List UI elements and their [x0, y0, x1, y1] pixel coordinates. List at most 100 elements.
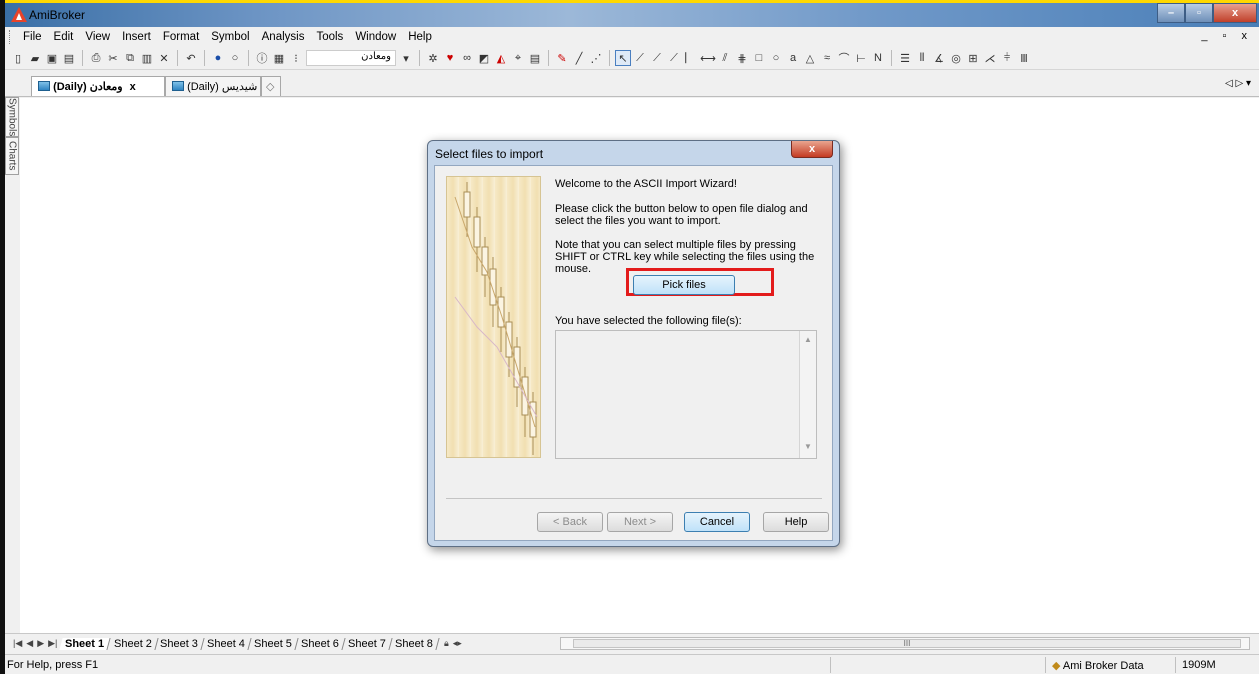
scan-icon[interactable]: ◭ — [494, 51, 508, 65]
pick-files-button[interactable]: Pick files — [633, 275, 735, 295]
sheet-lock-icon[interactable]: 🔒︎ — [444, 638, 449, 649]
zigzag-icon[interactable]: ≈ — [820, 51, 834, 65]
explore-icon[interactable]: ⌖ — [511, 51, 525, 65]
vertical-line-icon[interactable]: ⎸ — [684, 51, 698, 65]
gann-square-icon[interactable]: ⫩ — [1000, 51, 1014, 65]
gann-fan-icon[interactable]: ⋌ — [983, 51, 997, 65]
scrollbar-thumb[interactable]: III — [573, 639, 1241, 648]
rectangle-icon[interactable]: □ — [752, 51, 766, 65]
maximize-button[interactable]: ▫ — [1185, 3, 1213, 23]
menu-help[interactable]: Help — [402, 31, 438, 43]
next-button[interactable]: Next > — [607, 512, 673, 532]
delete-icon[interactable]: ✕ — [157, 51, 171, 65]
next-sheet-icon[interactable]: ▶ — [37, 638, 44, 649]
sheet-tab-7[interactable]: Sheet 7 — [342, 637, 393, 650]
save-all-icon[interactable]: ▤ — [62, 51, 76, 65]
first-sheet-icon[interactable]: |◀ — [13, 638, 22, 649]
sheet-tab-6[interactable]: Sheet 6 — [295, 637, 346, 650]
tab-symbols[interactable]: Symbols — [5, 97, 19, 137]
range-marker-icon[interactable]: ⊢ — [854, 51, 868, 65]
toolbar-overflow-icon[interactable]: ⁝ — [289, 51, 303, 65]
paste-icon[interactable]: ▥ — [140, 51, 154, 65]
fibonacci-timezones-icon[interactable]: ⦀ — [915, 51, 929, 65]
tab-scroll-arrows-icon[interactable]: ◁ ▷ ▾ — [1225, 78, 1251, 89]
chart-tool-icon[interactable]: ◩ — [477, 51, 491, 65]
sheet-tab-4[interactable]: Sheet 4 — [201, 637, 252, 650]
sheet-tab-1[interactable]: Sheet 1 — [59, 637, 112, 650]
print-icon[interactable]: ⎙ — [89, 51, 103, 65]
scroll-down-icon[interactable]: ▼ — [800, 442, 816, 451]
last-sheet-icon[interactable]: ▶| — [48, 638, 57, 649]
selected-files-list[interactable]: ▲ ▼ — [555, 330, 817, 459]
ellipse-icon[interactable]: ○ — [769, 51, 783, 65]
menu-analysis[interactable]: Analysis — [256, 31, 311, 43]
fibonacci-retracement-icon[interactable]: ☰ — [898, 51, 912, 65]
cycles-icon[interactable]: Ⅲ — [1017, 51, 1031, 65]
files-list-scrollbar[interactable]: ▲ ▼ — [799, 331, 816, 458]
cancel-button[interactable]: Cancel — [684, 512, 750, 532]
indicator-icon[interactable]: ✲ — [426, 51, 440, 65]
menubar-grip[interactable] — [9, 30, 13, 44]
select-arrow-icon[interactable]: ↖ — [615, 50, 631, 66]
dialog-close-button[interactable]: x — [791, 141, 833, 158]
sheet-scroll-icon[interactable]: ◂▸ — [453, 638, 462, 649]
parallel-lines-icon[interactable]: ⫽ — [718, 51, 732, 65]
save-icon[interactable]: ▣ — [45, 51, 59, 65]
undo-icon[interactable]: ↶ — [184, 51, 198, 65]
text-tool-icon[interactable]: a — [786, 51, 800, 65]
menu-format[interactable]: Format — [157, 31, 205, 43]
glasses-icon[interactable]: ∞ — [460, 51, 474, 65]
back-button[interactable]: < Back — [537, 512, 603, 532]
line-style-icon[interactable]: ╱ — [572, 51, 586, 65]
info-icon[interactable]: ⓘ — [255, 51, 269, 65]
horizontal-scrollbar[interactable]: III — [560, 637, 1250, 650]
calendar-icon[interactable]: ▦ — [272, 51, 286, 65]
andrews-pitchfork-icon[interactable]: ⋕ — [735, 51, 749, 65]
dotted-line-icon[interactable]: ⋰ — [589, 51, 603, 65]
sheet-tab-3[interactable]: Sheet 3 — [154, 637, 205, 650]
triangle-icon[interactable]: △ — [803, 51, 817, 65]
tab-charts[interactable]: Charts — [5, 137, 19, 175]
menu-symbol[interactable]: Symbol — [205, 31, 255, 43]
new-tab-button[interactable]: ◇ — [261, 76, 281, 96]
prev-sheet-icon[interactable]: ◀ — [26, 638, 33, 649]
heart-icon[interactable]: ♥ — [443, 51, 457, 65]
title-bar[interactable]: AmiBroker – ▫ x — [5, 3, 1259, 27]
symbol-combo[interactable]: ومعادن — [306, 50, 396, 66]
mdi-window-controls[interactable]: _ ▫ x — [1201, 30, 1253, 42]
menu-file[interactable]: File — [17, 31, 48, 43]
help-button[interactable]: Help — [763, 512, 829, 532]
horizontal-line-icon[interactable]: ⟷ — [700, 51, 716, 65]
menu-window[interactable]: Window — [349, 31, 402, 43]
sheet-tab-2[interactable]: Sheet 2 — [107, 637, 159, 650]
close-window-button[interactable]: x — [1213, 3, 1257, 23]
menu-edit[interactable]: Edit — [48, 31, 80, 43]
menu-insert[interactable]: Insert — [116, 31, 157, 43]
scroll-up-icon[interactable]: ▲ — [800, 335, 816, 344]
symbol-dropdown-icon[interactable]: ▾ — [399, 51, 413, 65]
open-folder-icon[interactable]: ▰ — [28, 51, 42, 65]
fibonacci-arcs-icon[interactable]: ◎ — [949, 51, 963, 65]
menu-tools[interactable]: Tools — [310, 31, 349, 43]
pen-color-icon[interactable]: ✎ — [555, 51, 569, 65]
new-file-icon[interactable]: ▯ — [11, 51, 25, 65]
tab-close-icon[interactable]: x — [130, 81, 136, 93]
arc-icon[interactable]: ⌒ — [837, 51, 851, 65]
menu-view[interactable]: View — [79, 31, 116, 43]
sheet-tab-5[interactable]: Sheet 5 — [248, 637, 299, 650]
trend-line-icon[interactable]: ⟋ — [633, 51, 647, 65]
grid-icon[interactable]: ⊞ — [966, 51, 980, 65]
copy-icon[interactable]: ⧉ — [123, 51, 137, 65]
minimize-button[interactable]: – — [1157, 3, 1185, 23]
polyline-icon[interactable]: Ν — [871, 51, 885, 65]
sheet-tab-8[interactable]: Sheet 8 — [389, 637, 440, 650]
report-icon[interactable]: ▤ — [528, 51, 542, 65]
extended-line-icon[interactable]: ⟋ — [667, 51, 681, 65]
fan-icon[interactable]: ∡ — [932, 51, 946, 65]
forward-arrow-icon[interactable]: ○ — [228, 51, 242, 65]
ray-icon[interactable]: ⟋ — [650, 51, 664, 65]
tab-chart-2[interactable]: (Daily) شیدیس — [165, 76, 261, 96]
tab-chart-1[interactable]: (Daily) ومعادن x — [31, 76, 165, 96]
back-arrow-icon[interactable]: ● — [211, 51, 225, 65]
cut-icon[interactable]: ✂ — [106, 51, 120, 65]
